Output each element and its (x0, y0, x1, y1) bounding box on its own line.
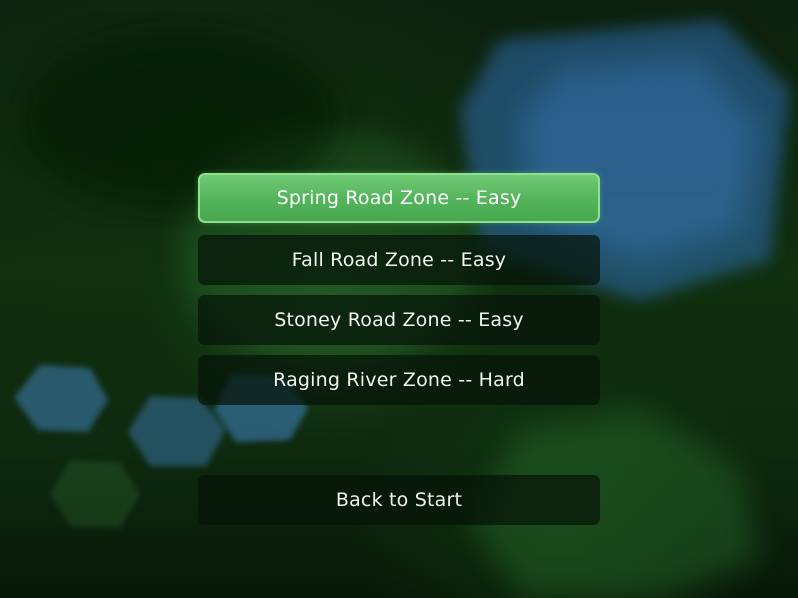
zone-button-spring-road[interactable]: Spring Road Zone -- Easy (198, 173, 600, 223)
zone-menu: Spring Road Zone -- Easy Fall Road Zone … (0, 0, 798, 598)
back-to-start-button[interactable]: Back to Start (198, 475, 600, 525)
zone-button-label: Raging River Zone -- Hard (273, 369, 525, 391)
zone-button-label: Spring Road Zone -- Easy (276, 187, 522, 209)
back-button-label: Back to Start (335, 489, 463, 511)
zone-button-label: Fall Road Zone -- Easy (291, 249, 507, 271)
zone-button-raging-river[interactable]: Raging River Zone -- Hard (198, 355, 600, 405)
zone-button-stoney-road[interactable]: Stoney Road Zone -- Easy (198, 295, 600, 345)
zone-button-fall-road[interactable]: Fall Road Zone -- Easy (198, 235, 600, 285)
zone-button-label: Stoney Road Zone -- Easy (274, 309, 524, 331)
